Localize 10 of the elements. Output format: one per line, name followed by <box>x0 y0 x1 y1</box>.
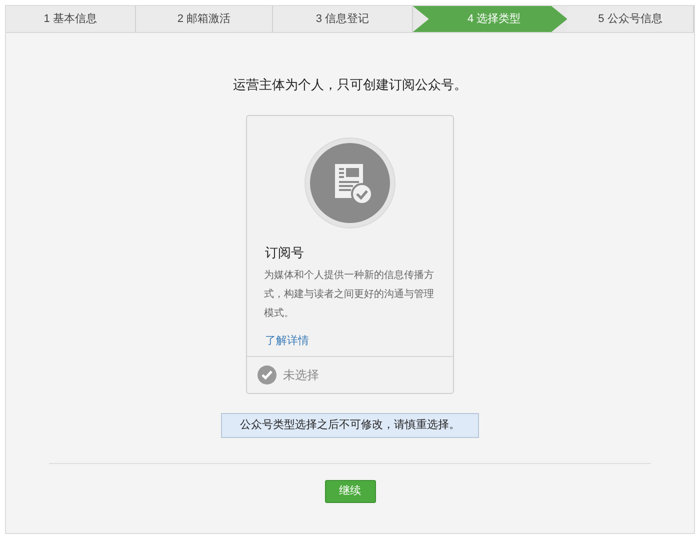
selection-status: 未选择 <box>283 366 319 384</box>
warning-notice: 公众号类型选择之后不可修改，请慎重选择。 <box>221 412 479 438</box>
heading: 运营主体为个人，只可创建订阅公众号。 <box>232 76 468 94</box>
account-type-card[interactable]: 订阅号 为媒体和个人提供一种新的信息传播方式，构建与读者之间更好的沟通与管理模式。 了解详情 未选择 <box>246 114 454 394</box>
details-link[interactable]: 了解详情 <box>265 333 309 350</box>
article-icon <box>304 136 396 228</box>
card-title: 订阅号 <box>265 244 305 262</box>
step-tab[interactable]: 2 邮箱激活 <box>136 6 274 32</box>
card-description: 为媒体和个人提供一种新的信息传播方式，构建与读者之间更好的沟通与管理模式。 <box>264 268 435 321</box>
check-icon[interactable] <box>257 364 277 384</box>
